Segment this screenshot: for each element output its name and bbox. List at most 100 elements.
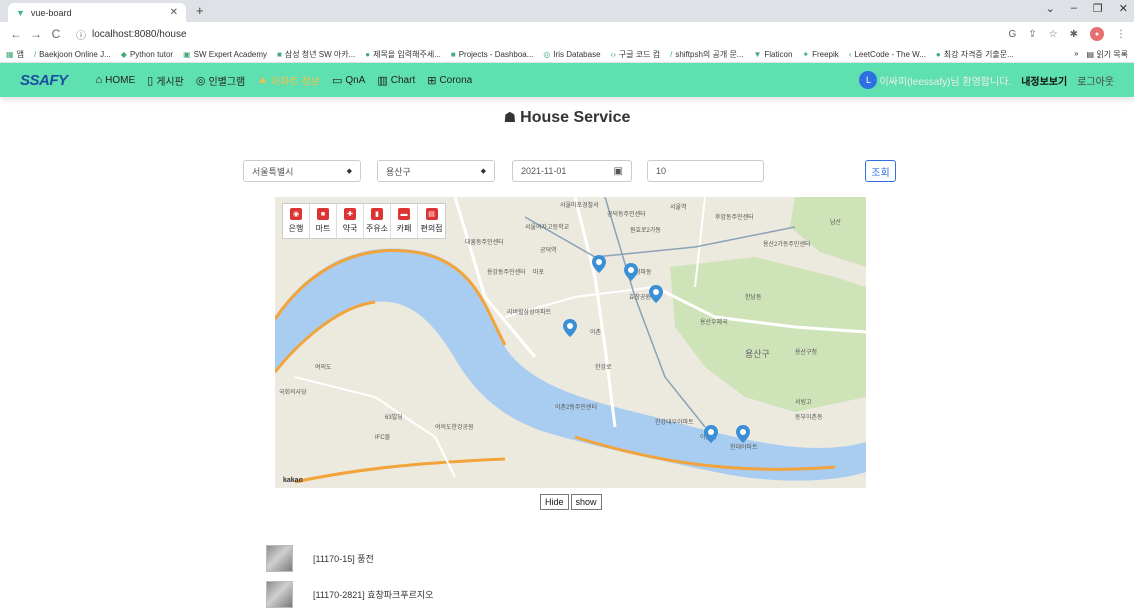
app-navbar: SSAFY ⌂ HOME ▯ 게시판 ◎ 인별그램 ▲ 아파트 정보 ▭ QnA ▥ Cha… <box>0 63 1134 97</box>
apartment-marker-icon[interactable] <box>592 255 606 273</box>
main-menu: ⌂ HOME ▯ 게시판 ◎ 인별그램 ▲ 아파트 정보 ▭ QnA ▥ Chart ⊞ Co… <box>96 73 473 88</box>
back-icon[interactable]: ← <box>8 27 24 41</box>
map-label: IFC몰 <box>375 435 391 441</box>
more-bookmarks-icon[interactable]: » <box>1074 49 1078 60</box>
house-name: [11170-15] 풍전 <box>313 553 374 564</box>
count-input[interactable]: 10 <box>647 160 764 182</box>
close-tab-icon[interactable]: ✕ <box>170 7 178 18</box>
category-filter-bar: ◉ 은행 ■ 마트 ✚ 약국 ▮ 주유소 ▬ 카페 ▤ 편의점 <box>282 203 446 239</box>
restore-icon[interactable]: ❐ <box>1093 2 1103 15</box>
my-info-link[interactable]: 내정보보기 <box>1021 73 1067 88</box>
tab-search-icon[interactable]: ⌄ <box>1046 2 1055 15</box>
category-cafe[interactable]: ▬ 카페 <box>391 204 418 238</box>
nav-instagram[interactable]: ◎ 인별그램 <box>196 73 245 88</box>
map-label: 한강로 <box>595 365 612 371</box>
gu-select[interactable]: 용산구 ◆ <box>377 160 495 182</box>
apartment-marker-icon[interactable] <box>563 319 577 337</box>
bookmark-item[interactable]: ▦ 앱 <box>6 49 24 60</box>
bookmark-item[interactable]: ‹ LeetCode - The W... <box>849 50 926 59</box>
apartment-marker-icon[interactable] <box>649 285 663 303</box>
forward-icon[interactable]: → <box>28 27 44 41</box>
notion-icon: ■ <box>450 49 456 59</box>
house-name: [11170-2821] 효창파크푸르지오 <box>313 589 434 600</box>
extensions-icon[interactable]: ✱ <box>1070 29 1078 40</box>
reload-icon[interactable]: C <box>48 27 64 41</box>
bookmark-item[interactable]: ▼ Flaticon <box>753 50 792 59</box>
bookmark-item[interactable]: ◆ Python tutor <box>121 50 173 59</box>
link-icon: / <box>670 49 673 59</box>
chart-icon: ▥ <box>377 74 388 87</box>
browser-tabstrip: ▼ vue-board ✕ + ⌄ – ❐ ✕ <box>0 0 1134 22</box>
apartment-marker-icon[interactable] <box>736 425 750 443</box>
close-window-icon[interactable]: ✕ <box>1119 2 1128 15</box>
bookmark-star-icon[interactable]: ☆ <box>1049 29 1058 40</box>
nav-chart[interactable]: ▥ Chart <box>377 74 415 87</box>
nav-corona[interactable]: ⊞ Corona <box>427 74 472 87</box>
category-pharmacy[interactable]: ✚ 약국 <box>337 204 364 238</box>
vue-favicon-icon: ▼ <box>16 7 25 18</box>
bookmark-item[interactable]: ◎ Iris Database <box>543 50 600 59</box>
nav-home[interactable]: ⌂ HOME <box>96 74 136 86</box>
map-label: 공덕동주민센터 <box>607 212 646 218</box>
nav-qna[interactable]: ▭ QnA <box>332 74 365 87</box>
link-icon: / <box>33 49 37 59</box>
show-button[interactable]: show <box>570 494 602 510</box>
more-menu-icon[interactable]: ⋮ <box>1116 29 1126 40</box>
translate-icon[interactable]: G <box>1008 29 1016 40</box>
instagram-icon: ◎ <box>195 74 206 87</box>
bookmark-item[interactable]: ● 최강 자격증 기출문... <box>936 49 1014 60</box>
gas-station-icon: ▮ <box>371 208 383 220</box>
pharmacy-icon: ✚ <box>344 208 356 220</box>
category-bank[interactable]: ◉ 은행 <box>283 204 310 238</box>
map-label: 한강대우아파트 <box>655 420 694 426</box>
category-convenience[interactable]: ▤ 편의점 <box>418 204 445 238</box>
bookmark-item[interactable]: ■ Projects - Dashboa... <box>451 50 534 59</box>
tab-title: vue-board <box>30 7 72 18</box>
bookmark-item[interactable]: ■ 삼성 청년 SW 아카... <box>277 49 355 60</box>
minimize-icon[interactable]: – <box>1071 2 1077 15</box>
list-item[interactable]: [11170-15] 풍전 <box>266 540 433 576</box>
calendar-icon[interactable]: ▣ <box>614 166 623 177</box>
reading-list[interactable]: ▤ 읽기 목록 <box>1087 49 1128 60</box>
new-tab-icon[interactable]: + <box>196 3 204 18</box>
map-label: 용산구청 <box>795 350 818 356</box>
share-icon[interactable]: ⇪ <box>1028 29 1036 40</box>
list-item[interactable]: [11170-2821] 효창파크푸르지오 <box>266 576 433 612</box>
ssafy-logo[interactable]: SSAFY <box>20 72 68 89</box>
logout-link[interactable]: 로그아웃 <box>1077 73 1114 88</box>
profile-avatar[interactable]: ● <box>1090 27 1104 41</box>
search-button[interactable]: 조회 <box>865 160 896 182</box>
map-label: 용산구 <box>745 349 770 359</box>
apartment-marker-icon[interactable] <box>624 263 638 281</box>
python-icon: ◆ <box>120 49 127 59</box>
bookmark-item[interactable]: / Baekjoon Online J... <box>34 50 111 59</box>
bookmark-item[interactable]: ▣ SW Expert Academy <box>183 50 267 59</box>
browser-tab[interactable]: ▼ vue-board ✕ <box>8 3 186 22</box>
nav-apartment[interactable]: ▲ 아파트 정보 <box>257 73 320 88</box>
map-label: 한남동 <box>745 295 762 301</box>
window-controls: ⌄ – ❐ ✕ <box>1046 2 1128 15</box>
city-select[interactable]: 서울특별시 ◆ <box>243 160 361 182</box>
map-label: 서울여자고등학교 <box>525 225 570 231</box>
kakao-map[interactable]: ◉ 은행 ■ 마트 ✚ 약국 ▮ 주유소 ▬ 카페 ▤ 편의점 서울마포경찰서 공덕동주민센… <box>275 197 866 488</box>
category-gas-station[interactable]: ▮ 주유소 <box>364 204 391 238</box>
category-mart[interactable]: ■ 마트 <box>310 204 337 238</box>
bookmark-item[interactable]: ‹› 구글 코드 컴 <box>611 49 661 60</box>
reading-list-icon: ▤ <box>1086 49 1097 59</box>
bookmark-item[interactable]: / shiftpsh의 공개 문... <box>670 49 743 60</box>
map-label: 여의도 <box>315 365 332 371</box>
bookmark-item[interactable]: ● 제목을 입력해주세... <box>365 49 441 60</box>
map-label: 남산 <box>830 220 842 226</box>
site-info-icon[interactable]: ⓘ <box>76 27 86 42</box>
hide-button[interactable]: Hide <box>540 494 569 510</box>
url-field[interactable]: ⓘ localhost:8080/house <box>76 27 1008 42</box>
bookmark-item[interactable]: ✦ Freepik <box>802 50 838 59</box>
bookmarks-bar: ▦ 앱 / Baekjoon Online J... ◆ Python tutor ▣… <box>0 46 1134 63</box>
notion-icon: ■ <box>277 49 282 59</box>
map-label: 효창공원 <box>629 295 652 301</box>
apartment-marker-icon[interactable] <box>704 425 718 443</box>
map-label: 용산우체국 <box>700 320 728 326</box>
nav-board[interactable]: ▯ 게시판 <box>147 73 184 88</box>
date-input[interactable]: 2021-11-01 ▣ <box>512 160 632 182</box>
swea-icon: ▣ <box>183 49 191 59</box>
